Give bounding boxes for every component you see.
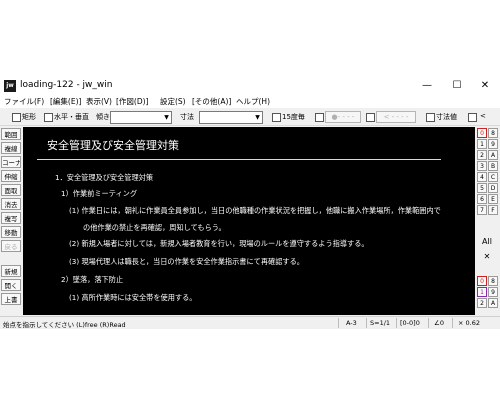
status-scale[interactable]: S=1/1 [370,319,390,327]
rect-checkbox[interactable] [12,113,21,122]
document-title: 安全管理及び安全管理対策 [47,139,179,152]
tool-erase-button[interactable]: 消去 [1,198,21,210]
dim-label: 寸法 [180,113,194,121]
chevron-down-icon: ▼ [255,114,260,121]
menu-help[interactable]: ヘルプ(H) [236,96,270,107]
layer-group-d-button[interactable]: D [488,183,498,193]
layer-8-button[interactable]: 8 [488,276,498,286]
lt-checkbox[interactable] [468,113,477,122]
tool-corner-button[interactable]: コーナー [1,156,21,168]
status-divider [428,318,429,328]
menu-settings[interactable]: 設定(S) [160,96,186,107]
layer-1-button[interactable]: 1 [477,287,487,297]
hv-checkbox[interactable] [44,113,53,122]
doc-line-8: (1) 高所作業時には安全帯を使用する。 [69,293,197,302]
doc-line-7: 2）墜落，落下防止 [61,275,124,284]
layer-group-8-button[interactable]: 8 [488,128,498,138]
layer-group-3-button[interactable]: 3 [477,161,487,171]
title-underline [37,159,441,160]
status-angle[interactable]: ∠0 [434,319,444,327]
doc-line-4: の他作業の禁止を再確認，周知してもらう。 [83,223,226,232]
rect-label: 矩形 [22,113,36,121]
layer-2-button[interactable]: 2 [477,298,487,308]
tool-range-button[interactable]: 範囲 [1,128,21,140]
layer-group-f-button[interactable]: F [488,205,498,215]
menu-draw[interactable]: [作図(D)] [116,96,148,107]
layer-group-4-button[interactable]: 4 [477,172,487,182]
status-divider [338,318,339,328]
maximize-button[interactable]: ☐ [442,77,472,95]
minimize-button[interactable]: — [412,77,442,95]
title-bar: jw loading-122 - jw_win — ☐ ✕ [0,77,500,95]
dim-combo[interactable]: ▼ [199,111,263,124]
layer-group-1-button[interactable]: 1 [477,139,487,149]
menu-other[interactable]: [その他(A)] [192,96,231,107]
menu-file[interactable]: ファイル(F) [4,96,44,107]
layer-group-9-button[interactable]: 9 [488,139,498,149]
status-divider [396,318,397,328]
arrow-checkbox[interactable] [366,113,375,122]
lt-label: < [480,112,486,120]
layer-group-a-button[interactable]: A [488,150,498,160]
tool-copy-button[interactable]: 複写 [1,212,21,224]
close-button[interactable]: ✕ [470,77,500,95]
tool-open-button[interactable]: 開く [1,279,21,291]
layer-group-0-button[interactable]: 0 [477,128,487,138]
layer-group-2-button[interactable]: 2 [477,150,487,160]
layer-group-5-button[interactable]: 5 [477,183,487,193]
deg15-label: 15度毎 [282,113,305,121]
tool-move-button[interactable]: 移動 [1,226,21,238]
layer-all-button[interactable]: All [480,235,494,248]
tool-chamfer-button[interactable]: 面取 [1,184,21,196]
tool-new-button[interactable]: 新規 [1,265,21,277]
status-prompt: 始点を指示してください (L)free (R)Read [3,321,126,329]
layer-group-e-button[interactable]: E [488,194,498,204]
status-divider [366,318,367,328]
hv-label: 水平・垂直 [54,113,89,121]
layer-group-6-button[interactable]: 6 [477,194,487,204]
status-bar: 始点を指示してください (L)free (R)Read A-3 S=1/1 [0… [0,316,500,329]
layer-9-button[interactable]: 9 [488,287,498,297]
dot-style-button[interactable]: ●- - - - [325,111,361,123]
doc-line-3: (1) 作業日には，朝礼に作業員全員参加し，当日の他職種の作業状況を把握し，他職… [69,206,441,215]
status-paper-size[interactable]: A-3 [346,319,357,327]
layer-0-button[interactable]: 0 [477,276,487,286]
status-divider [452,318,453,328]
doc-line-6: (3) 現場代理人は職長と，当日の作業を安全作業指示書にて再確認する。 [69,257,304,266]
tool-offset-button[interactable]: 複線 [1,142,21,154]
status-layer[interactable]: [0-0]0 [400,319,420,327]
tool-stretch-button[interactable]: 伸縮 [1,170,21,182]
layer-x-button[interactable]: ✕ [480,250,494,263]
layer-group-7-button[interactable]: 7 [477,205,487,215]
arrow-style-button[interactable]: < - - - - [376,111,416,123]
menu-view[interactable]: 表示(V) [86,96,112,107]
app-icon: jw [4,80,16,92]
menu-bar: ファイル(F) [編集(E)] 表示(V) [作図(D)] 設定(S) [その他… [0,95,500,108]
chevron-down-icon: ▼ [164,114,169,121]
menu-edit[interactable]: [編集(E)] [50,96,81,107]
layer-group-b-button[interactable]: B [488,161,498,171]
dot-checkbox[interactable] [315,113,324,122]
tool-save-button[interactable]: 上書 [1,293,21,305]
deg15-checkbox[interactable] [272,113,281,122]
app-window: jw loading-122 - jw_win — ☐ ✕ ファイル(F) [編… [0,77,500,329]
tilt-combo[interactable]: ▼ [110,111,172,124]
dimval-checkbox[interactable] [426,113,435,122]
status-zoom[interactable]: × 0.62 [458,319,480,327]
doc-line-1: 1．安全管理及び安全管理対策 [55,173,154,182]
doc-line-2: 1）作業前ミーティング [61,189,138,198]
tool-undo-button[interactable]: 戻る [1,240,21,252]
doc-line-5: (2) 新規入場者に対しては，新規入場者教育を行い，現場のルールを遵守するよう指… [69,239,369,248]
tilt-label: 傾き [96,113,110,121]
window-title: loading-122 - jw_win [20,80,113,90]
layer-group-c-button[interactable]: C [488,172,498,182]
layer-a-button[interactable]: A [488,298,498,308]
drawing-canvas[interactable]: 安全管理及び安全管理対策 1．安全管理及び安全管理対策 1）作業前ミーティング … [23,127,475,315]
toolbar: 矩形 水平・垂直 傾き ▼ 寸法 ▼ 15度毎 ●- - - - < - - -… [0,109,500,126]
dimval-label: 寸法値 [436,113,457,121]
